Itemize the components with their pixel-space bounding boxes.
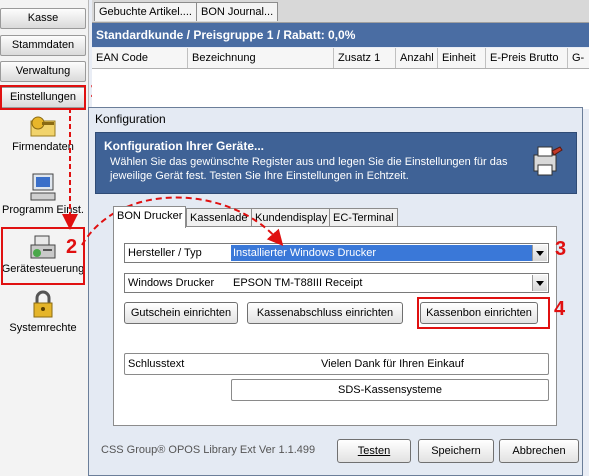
- annotation-3: 3: [555, 238, 567, 260]
- windows-drucker-label: Windows Drucker: [128, 277, 215, 289]
- document-tabs: Gebuchte Artikel.... BON Journal...: [92, 0, 589, 23]
- hersteller-typ-select[interactable]: Hersteller / Typ Installierter Windows D…: [124, 243, 549, 263]
- schlusstext-label: Schlusstext: [128, 358, 185, 370]
- tab-gebuchte-artikel[interactable]: Gebuchte Artikel....: [94, 2, 197, 21]
- library-version-text: CSS Group® OPOS Library Ext Ver 1.1.499: [101, 444, 316, 456]
- tab-bon-drucker[interactable]: BON Drucker: [113, 206, 187, 228]
- dialog-header: Konfiguration Ihrer Geräte... Wählen Sie…: [95, 132, 577, 194]
- highlight-einstellungen: [0, 85, 86, 110]
- nav-firmendaten-label: Firmendaten: [12, 141, 74, 153]
- nav-systemrechte-label: Systemrechte: [9, 322, 77, 334]
- computer-icon: [30, 173, 56, 201]
- dialog-header-title: Konfiguration Ihrer Geräte...: [104, 139, 265, 153]
- customer-bar: Standardkunde / Preisgruppe 1 / Rabatt: …: [92, 23, 589, 47]
- annotation-4: 4: [554, 298, 566, 320]
- windows-drucker-select[interactable]: Windows Drucker EPSON TM-T88III Receipt: [124, 273, 549, 293]
- chevron-down-icon[interactable]: [532, 275, 547, 291]
- dialog-header-desc: Wählen Sie das gewünschte Register aus u…: [110, 156, 508, 182]
- tab-kassenlade[interactable]: Kassenlade: [186, 208, 252, 227]
- nav-firmendaten[interactable]: Firmendaten: [0, 113, 86, 153]
- kassenabschluss-einrichten-button[interactable]: Kassenabschluss einrichten: [247, 302, 403, 324]
- testen-label: Testen: [357, 445, 391, 457]
- nav-programm-label: Programm Einst.: [2, 204, 84, 216]
- article-grid[interactable]: [92, 69, 589, 109]
- windows-drucker-value: EPSON TM-T88III Receipt: [233, 277, 363, 289]
- tab-kundendisplay[interactable]: Kundendisplay: [251, 208, 332, 227]
- abbrechen-button[interactable]: Abbrechen: [499, 439, 579, 463]
- key-card-icon: [30, 116, 56, 137]
- schlusstext-value: Vielen Dank für Ihren Einkauf: [321, 358, 464, 370]
- table-header: EAN Code Bezeichnung Zusatz 1 Anzahl Ein…: [92, 48, 589, 84]
- hersteller-typ-value: Installierter Windows Drucker: [231, 245, 533, 261]
- padlock-icon: [33, 290, 53, 318]
- testen-button[interactable]: Testen: [337, 439, 411, 463]
- col-zusatz1[interactable]: Zusatz 1: [334, 48, 396, 68]
- nav-stammdaten-button[interactable]: Stammdaten: [0, 35, 86, 56]
- hersteller-typ-label: Hersteller / Typ: [128, 247, 202, 259]
- col-ean-code[interactable]: EAN Code: [92, 48, 188, 68]
- tab-bon-journal[interactable]: BON Journal...: [196, 2, 279, 21]
- gutschein-einrichten-button[interactable]: Gutschein einrichten: [124, 302, 238, 324]
- speichern-button[interactable]: Speichern: [418, 439, 494, 463]
- nav-verwaltung-button[interactable]: Verwaltung: [0, 61, 86, 82]
- nav-systemrechte[interactable]: Systemrechte: [0, 290, 86, 334]
- col-bezeichnung[interactable]: Bezeichnung: [188, 48, 334, 68]
- annotation-2: 2: [66, 236, 78, 258]
- dialog-title: Konfiguration: [95, 112, 166, 126]
- nav-kasse-button[interactable]: Kasse: [0, 8, 86, 29]
- col-einheit[interactable]: Einheit: [438, 48, 486, 68]
- printer-wrench-icon: [533, 146, 563, 176]
- col-e-preis-brutto[interactable]: E-Preis Brutto: [486, 48, 568, 68]
- highlight-kassenbon: [417, 297, 550, 329]
- nav-programm-einst[interactable]: Programm Einst.: [0, 172, 86, 216]
- col-anzahl[interactable]: Anzahl: [396, 48, 438, 68]
- schlusstext-line2-field[interactable]: SDS-Kassensysteme: [231, 379, 549, 401]
- col-g-f[interactable]: G-F: [568, 48, 589, 84]
- schlusstext-field[interactable]: Schlusstext Vielen Dank für Ihren Einkau…: [124, 353, 549, 375]
- tab-ec-terminal[interactable]: EC-Terminal: [329, 208, 398, 227]
- chevron-down-icon[interactable]: [532, 245, 547, 261]
- config-dialog: Konfiguration Konfiguration Ihrer Geräte…: [88, 107, 583, 476]
